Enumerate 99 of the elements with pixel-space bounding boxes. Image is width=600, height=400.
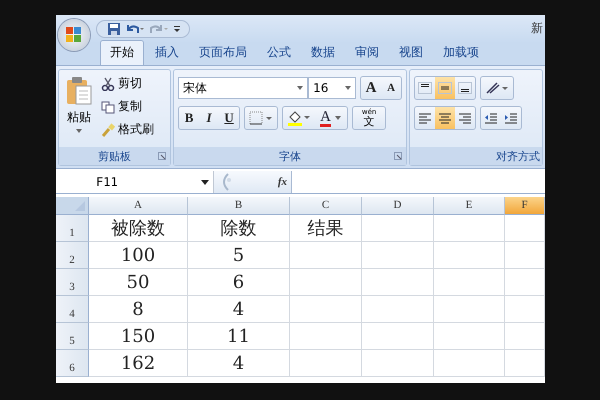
ribbon-tab[interactable]: 视图 (390, 41, 432, 65)
table-cell: 4 (188, 350, 290, 377)
underline-button[interactable]: U (219, 107, 240, 129)
table-cell (434, 215, 505, 242)
table-cell (505, 323, 545, 350)
table-cell (362, 215, 434, 242)
table-cell: 8 (89, 296, 188, 323)
table-cell (362, 269, 434, 296)
borders-icon (249, 111, 274, 125)
align-lines-icon (418, 112, 432, 124)
column-header[interactable]: D (362, 197, 434, 215)
brush-icon (101, 122, 115, 136)
dialog-launcher-icon[interactable] (394, 152, 402, 160)
italic-button[interactable]: I (199, 107, 220, 129)
table-cell (505, 242, 545, 269)
table-cell (434, 269, 505, 296)
table-cell (434, 323, 505, 350)
ribbon-tab[interactable]: 数据 (302, 41, 344, 65)
vertical-align-button[interactable] (435, 77, 456, 99)
window-title: 新 (531, 20, 544, 37)
column-header[interactable]: A (89, 197, 188, 215)
shrink-font-button[interactable]: A (381, 77, 402, 99)
decrease-indent-icon (484, 112, 498, 124)
ribbon-tab[interactable]: 插入 (146, 41, 188, 65)
row-header[interactable]: 6 (56, 350, 89, 377)
table-cell (362, 296, 434, 323)
column-header[interactable]: B (188, 197, 290, 215)
paste-button[interactable]: 粘贴 (63, 74, 95, 143)
table-cell: 162 (89, 350, 188, 377)
ribbon-tab[interactable]: 页面布局 (190, 41, 256, 65)
column-header[interactable]: F (505, 197, 545, 215)
row-header[interactable]: 4 (56, 296, 89, 323)
row-header[interactable]: 1 (56, 215, 89, 242)
font-name-field[interactable]: 宋体 (178, 77, 308, 99)
row-header[interactable]: 2 (56, 242, 89, 269)
table-cell: 100 (89, 242, 188, 269)
dropdown-arrow-icon (297, 86, 304, 90)
scissors-icon (101, 76, 115, 90)
save-icon[interactable] (107, 22, 121, 36)
increase-indent-icon (504, 112, 518, 124)
table-cell (505, 296, 545, 323)
align-lines-icon (418, 82, 432, 94)
cut-button[interactable]: 剪切 (99, 74, 156, 93)
ribbon-tab[interactable]: 审阅 (346, 41, 388, 65)
paint-bucket-icon (287, 110, 312, 126)
row-header[interactable]: 5 (56, 323, 89, 350)
copy-icon (101, 100, 115, 114)
align-lines-icon (458, 112, 472, 124)
row-header[interactable]: 3 (56, 269, 89, 296)
table-cell (290, 323, 362, 350)
group-label: 对齐方式 (496, 148, 540, 164)
align-lines-icon (438, 112, 452, 124)
table-cell: 150 (89, 323, 188, 350)
table-cell (290, 296, 362, 323)
table-cell (505, 350, 545, 377)
align-lines-icon (438, 82, 452, 94)
insert-function-button[interactable]: fx (278, 176, 287, 188)
ribbon-tab[interactable]: 加载项 (434, 41, 488, 65)
align-lines-icon (458, 82, 472, 94)
office-button[interactable] (58, 19, 90, 51)
group-label: 剪贴板 (98, 148, 132, 164)
table-cell (434, 350, 505, 377)
diagonal-lines-icon (485, 81, 510, 95)
table-cell: 结果 (290, 215, 362, 242)
table-cell: 6 (188, 269, 290, 296)
group-label: 字体 (279, 148, 302, 164)
table-cell: 被除数 (89, 215, 188, 242)
table-cell (434, 242, 505, 269)
dropdown-arrow-icon (334, 116, 342, 120)
table-cell (362, 323, 434, 350)
table-cell (434, 296, 505, 323)
dropdown-arrow-icon (201, 180, 209, 184)
format-painter-button[interactable]: 格式刷 (99, 120, 156, 139)
copy-button[interactable]: 复制 (99, 97, 156, 116)
font-size-field[interactable]: 16 (308, 77, 356, 99)
table-cell: 11 (188, 323, 290, 350)
table-cell (362, 350, 434, 377)
table-cell (290, 350, 362, 377)
ribbon-tab[interactable]: 开始 (100, 40, 144, 65)
customize-arrow-icon[interactable] (173, 24, 181, 34)
table-cell: 4 (188, 296, 290, 323)
table-cell (290, 242, 362, 269)
table-cell (505, 269, 545, 296)
horizontal-align-button[interactable] (435, 107, 456, 129)
dropdown-arrow-icon (345, 86, 352, 90)
caret-icon (76, 129, 82, 133)
column-header[interactable]: C (290, 197, 362, 215)
table-cell: 50 (89, 269, 188, 296)
table-cell (290, 269, 362, 296)
table-cell (505, 215, 545, 242)
clipboard-icon (65, 76, 93, 106)
ribbon-tab[interactable]: 公式 (258, 41, 300, 65)
table-cell (362, 242, 434, 269)
dialog-launcher-icon[interactable] (158, 152, 166, 160)
grow-font-button[interactable]: A (361, 77, 382, 99)
table-cell: 5 (188, 242, 290, 269)
column-header[interactable]: E (434, 197, 505, 215)
table-cell: 除数 (188, 215, 290, 242)
bold-button[interactable]: B (179, 107, 200, 129)
